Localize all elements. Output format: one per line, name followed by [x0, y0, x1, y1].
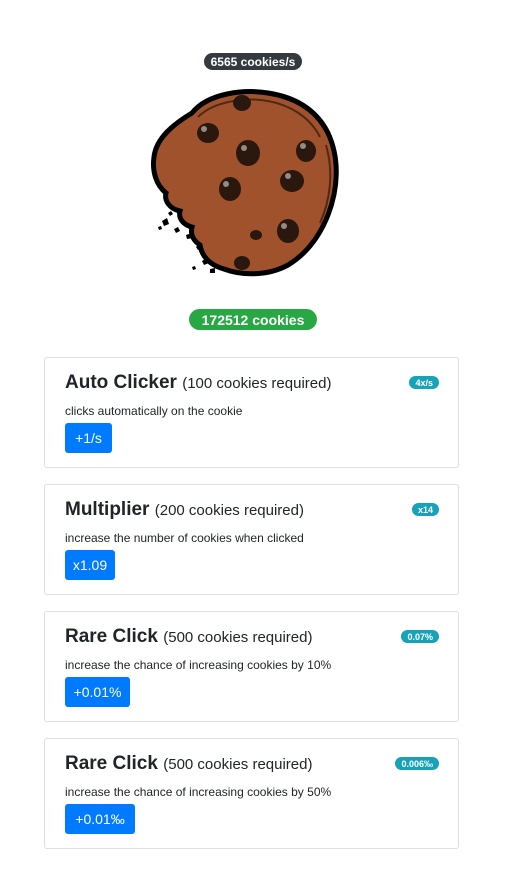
chocolate-chip	[277, 219, 299, 243]
upgrade-name: Rare Click	[65, 626, 158, 647]
chocolate-chip	[280, 170, 304, 192]
chocolate-chip	[296, 140, 316, 162]
upgrade-title: Rare Click (500 cookies required)	[65, 753, 312, 775]
upgrade-name: Multiplier	[65, 499, 150, 520]
buy-auto-clicker-button[interactable]: +1/s	[65, 423, 112, 453]
upgrade-requirement: (500 cookies required)	[163, 629, 313, 646]
upgrade-card-multiplier: Multiplier (200 cookies required) x14 in…	[44, 484, 459, 595]
cookie-icon	[151, 89, 339, 277]
chocolate-chip	[219, 177, 241, 201]
upgrade-level-badge: 0.07%	[401, 630, 439, 643]
upgrade-title: Rare Click (500 cookies required)	[65, 626, 312, 648]
chocolate-chip	[236, 140, 260, 166]
upgrade-title: Auto Clicker (100 cookies required)	[65, 372, 331, 394]
upgrade-requirement: (500 cookies required)	[163, 756, 313, 773]
cookies-per-second-badge: 6565 cookies/s	[204, 53, 302, 70]
upgrade-name: Auto Clicker	[65, 372, 177, 393]
upgrade-level-badge: x14	[411, 503, 439, 516]
upgrade-title: Multiplier (200 cookies required)	[65, 499, 304, 521]
upgrade-level-badge: 0.006‰	[395, 757, 439, 770]
upgrade-requirement: (100 cookies required)	[182, 375, 332, 392]
upgrade-card-rare-click-10: Rare Click (500 cookies required) 0.07% …	[44, 611, 459, 722]
upgrade-description: increase the chance of increasing cookie…	[65, 785, 332, 799]
cookie-count-badge: 172512 cookies	[189, 309, 317, 330]
chocolate-chip	[250, 230, 262, 240]
upgrade-requirement: (200 cookies required)	[154, 502, 304, 519]
chocolate-chip	[233, 95, 251, 111]
upgrade-description: clicks automatically on the cookie	[65, 404, 243, 418]
upgrade-level-badge: 4x/s	[409, 376, 439, 389]
upgrade-card-auto-clicker: Auto Clicker (100 cookies required) 4x/s…	[44, 357, 459, 468]
cookie-button[interactable]	[148, 85, 340, 277]
chocolate-chip	[234, 256, 250, 270]
upgrade-description: increase the number of cookies when clic…	[65, 531, 304, 545]
buy-multiplier-button[interactable]: x1.09	[65, 550, 115, 580]
upgrade-name: Rare Click	[65, 753, 158, 774]
chocolate-chip	[197, 123, 219, 143]
upgrade-card-rare-click-50: Rare Click (500 cookies required) 0.006‰…	[44, 738, 459, 849]
upgrade-description: increase the chance of increasing cookie…	[65, 658, 332, 672]
buy-rare-click-10-button[interactable]: +0.01%	[65, 677, 130, 707]
buy-rare-click-50-button[interactable]: +0.01‰	[65, 804, 135, 834]
